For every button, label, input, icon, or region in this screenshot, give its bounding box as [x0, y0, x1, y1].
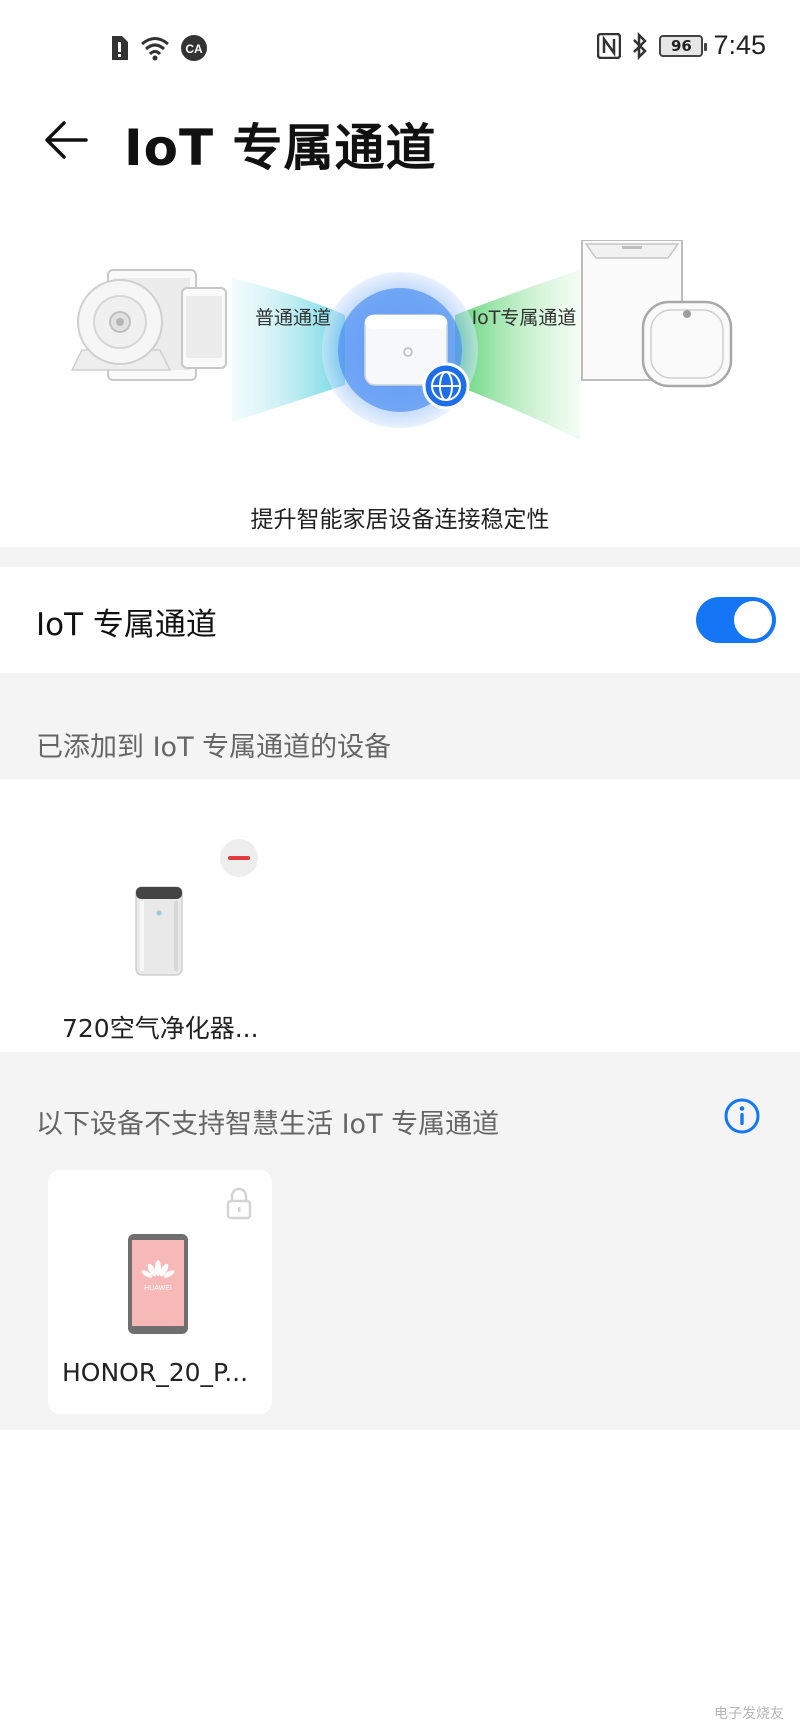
info-button[interactable]: [722, 1096, 762, 1136]
hero-illustration: 普通通道 IoT专属通道: [0, 239, 800, 480]
status-right-icons: 96 7:45: [597, 30, 766, 61]
battery-icon: 96: [659, 34, 708, 57]
wifi-icon: [141, 37, 169, 61]
watermark: 电子发烧友: [714, 1706, 784, 1722]
section-divider: [0, 547, 800, 567]
battery-level: 96: [671, 36, 692, 55]
iot-channel-switch[interactable]: [696, 597, 776, 643]
svg-text:CA: CA: [185, 42, 203, 56]
air-purifier-icon: [135, 886, 183, 976]
ca-icon: CA: [181, 35, 207, 61]
switch-knob: [734, 601, 772, 639]
device-name: 720空气净化器...: [62, 1014, 259, 1043]
remove-icon: [228, 856, 250, 860]
added-devices-list: 720空气净化器...: [0, 779, 800, 1052]
iot-channel-toggle-row: IoT 专属通道: [0, 567, 800, 673]
phone-graphic: [181, 287, 227, 369]
hero-caption: 提升智能家居设备连接稳定性: [250, 507, 550, 533]
unsupported-devices-title: 以下设备不支持智慧生活 IoT 专属通道: [36, 1109, 500, 1140]
robot-vacuum-graphic: [641, 300, 733, 388]
phone-icon: HUAWEI: [128, 1234, 188, 1334]
device-name: HONOR_20_P...: [62, 1358, 249, 1387]
toggle-label: IoT 专属通道: [36, 607, 217, 643]
bluetooth-icon: [633, 31, 648, 60]
added-devices-header: 已添加到 IoT 专属通道的设备: [0, 673, 800, 779]
phone-screen-logo: HUAWEI: [144, 1285, 172, 1292]
sim-alert-icon: [112, 36, 128, 60]
hero-graphic: 普通通道 IoT专属通道: [70, 239, 733, 440]
status-time: 7:45: [713, 30, 766, 60]
info-icon: [724, 1098, 760, 1134]
hero-right-label: IoT专属通道: [472, 307, 577, 329]
hero-left-label: 普通通道: [255, 307, 331, 329]
unsupported-devices-section: 以下设备不支持智慧生活 IoT 专属通道 HUAWEI HONOR_20_P..…: [0, 1052, 800, 1430]
page-title: IoT 专属通道: [124, 119, 437, 177]
app-header: IoT 专属通道: [0, 100, 800, 230]
added-devices-title: 已添加到 IoT 专属通道的设备: [36, 732, 392, 763]
back-button[interactable]: [38, 112, 94, 168]
remove-device-button[interactable]: [220, 839, 258, 877]
status-left-icons: CA: [108, 34, 208, 62]
nfc-icon: [597, 32, 622, 59]
device-tile[interactable]: 720空气净化器...: [50, 809, 270, 1043]
unsupported-device-card[interactable]: HUAWEI HONOR_20_P...: [48, 1170, 272, 1414]
arrow-left-icon: [45, 121, 88, 159]
status-bar: CA 96 7:45: [0, 0, 800, 100]
